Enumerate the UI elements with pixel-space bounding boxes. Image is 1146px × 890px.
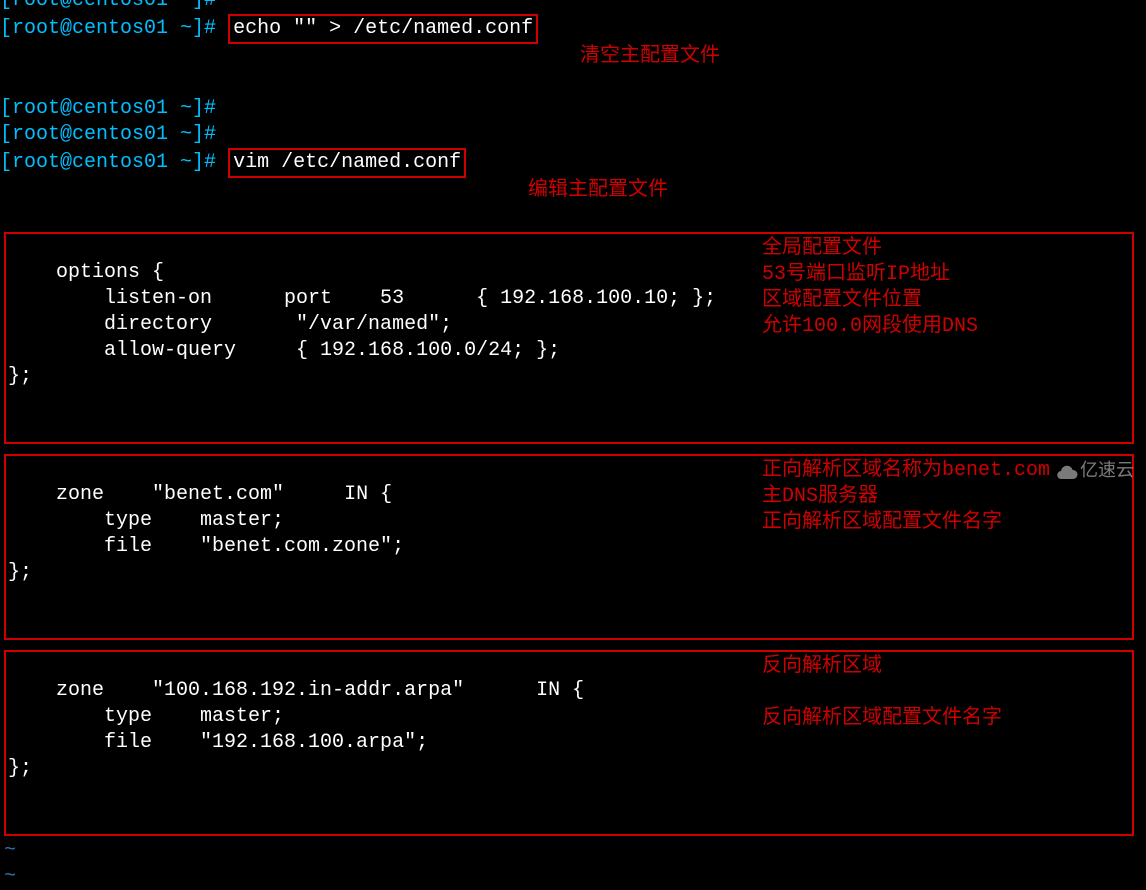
note-forward-file: 正向解析区域配置文件名字 (762, 510, 1122, 536)
note-port-listen: 53号端口监听IP地址 (762, 262, 1122, 288)
zone-reverse-notes: 反向解析区域 反向解析区域配置文件名字 (762, 654, 1122, 732)
zone-forward-block: zone "benet.com" IN { type master; file … (4, 454, 1134, 640)
options-block: options { listen-on port 53 { 192.168.10… (4, 232, 1134, 444)
options-notes: 全局配置文件 53号端口监听IP地址 区域配置文件位置 允许100.0网段使用D… (762, 236, 1122, 340)
note-allow-query: 允许100.0网段使用DNS (762, 314, 1122, 340)
prompt-text: [root@centos01 ~]# (0, 123, 216, 146)
prompt-line: [root@centos01 ~]# (0, 122, 1146, 148)
prompt-line: [root@centos01 ~]# (0, 0, 1146, 14)
cmd-line-vim: [root@centos01 ~]# vim /etc/named.conf 编… (0, 148, 1146, 230)
watermark-text: 亿速云 (1080, 460, 1134, 480)
zone-reverse-block: zone "100.168.192.in-addr.arpa" IN { typ… (4, 650, 1134, 836)
terminal-output: [root@centos01 ~]# [root@centos01 ~]# ec… (0, 0, 1146, 890)
prompt-text: [root@centos01 ~]# (0, 17, 216, 40)
zone-forward-content: zone "benet.com" IN { type master; file … (8, 483, 404, 584)
cmd-line-echo: [root@centos01 ~]# echo "" > /etc/named.… (0, 14, 1146, 96)
spacer (0, 642, 1146, 648)
note-directory: 区域配置文件位置 (762, 288, 1122, 314)
note-reverse-zone: 反向解析区域 (762, 654, 1122, 680)
annotation-edit-config: 编辑主配置文件 (528, 178, 668, 204)
prompt-text: [root@centos01 ~]# (0, 0, 216, 12)
note-reverse-file: 反向解析区域配置文件名字 (762, 706, 1122, 732)
note-global-config: 全局配置文件 (762, 236, 1122, 262)
cmd-echo-box: echo "" > /etc/named.conf (228, 14, 538, 44)
prompt-text: [root@centos01 ~]# (0, 151, 216, 174)
spacer (0, 446, 1146, 452)
watermark-logo: 亿速云 (1056, 459, 1134, 482)
spacer (762, 680, 1122, 706)
vim-empty-line-tilde: ~ (0, 838, 1146, 864)
cloud-icon (1056, 463, 1078, 479)
cmd-vim-box: vim /etc/named.conf (228, 148, 466, 178)
zone-reverse-content: zone "100.168.192.in-addr.arpa" IN { typ… (8, 679, 584, 780)
prompt-line: [root@centos01 ~]# (0, 96, 1146, 122)
vim-empty-line-tilde: ~ (0, 864, 1146, 890)
prompt-text: [root@centos01 ~]# (0, 97, 216, 120)
note-master-dns: 主DNS服务器 (762, 484, 1122, 510)
options-block-content: options { listen-on port 53 { 192.168.10… (8, 261, 716, 388)
annotation-clear-config: 清空主配置文件 (580, 44, 720, 70)
